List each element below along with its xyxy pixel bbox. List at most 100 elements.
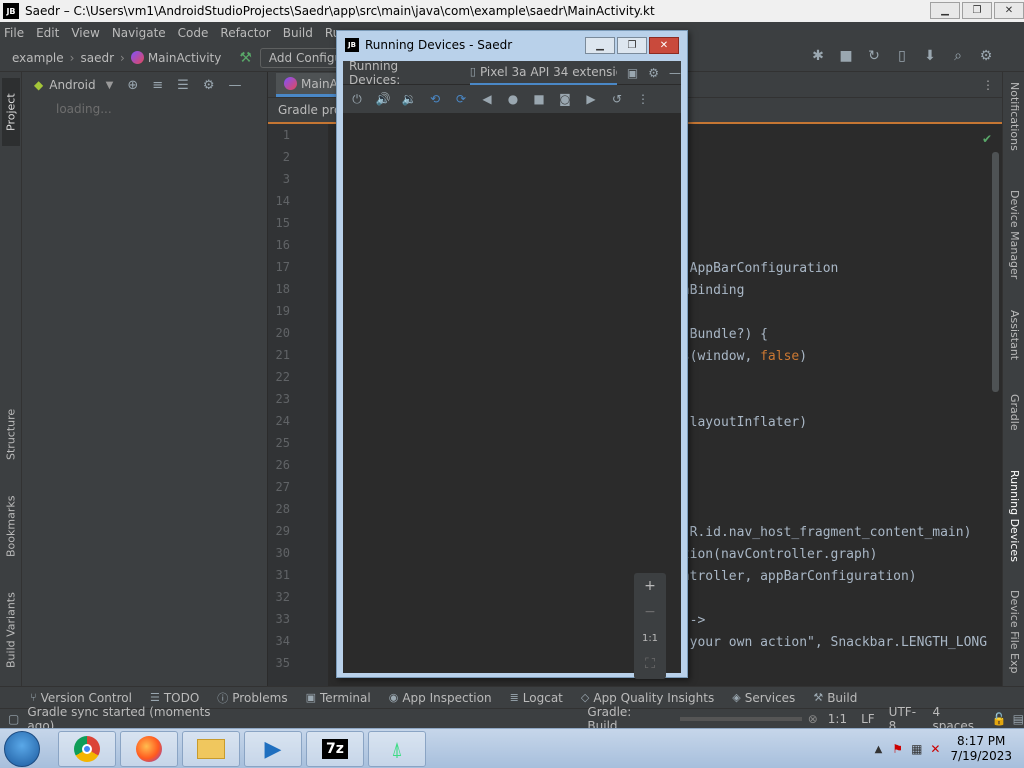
more-vertical-icon[interactable]: ⋮ <box>982 78 994 92</box>
hammer-icon[interactable]: ⚒ <box>239 50 252 66</box>
panel-toggle-icon[interactable]: ▢ <box>8 712 19 726</box>
device-tab[interactable]: ▯ Pixel 3a API 34 extension <box>469 61 617 85</box>
cancel-icon[interactable]: ⊗ <box>808 712 818 726</box>
locate-icon[interactable]: ⊕ <box>127 78 138 93</box>
back-icon[interactable]: ◀ <box>479 92 495 106</box>
menu-refactor[interactable]: Refactor <box>220 26 270 40</box>
running-devices-panel: Running Devices: ▯ Pixel 3a API 34 exten… <box>343 59 681 679</box>
menu-file[interactable]: File <box>4 26 24 40</box>
tab-project[interactable]: Project <box>2 78 20 146</box>
tab-bookmarks[interactable]: Bookmarks <box>2 486 20 566</box>
editor-scrollbar[interactable] <box>992 152 999 392</box>
sync-icon[interactable]: ↻ <box>866 48 882 64</box>
volume-up-icon[interactable]: 🔊 <box>375 92 391 106</box>
zoom-in-button[interactable]: + <box>634 573 666 599</box>
tool-problems[interactable]: ⓘ Problems <box>217 690 287 706</box>
screenshot-icon[interactable]: ◙ <box>557 92 573 106</box>
gear-icon[interactable]: ⚙ <box>648 66 659 80</box>
zoom-actual-size-button[interactable]: 1:1 <box>634 625 666 651</box>
system-clock[interactable]: 8:17 PM 7/19/2023 <box>950 734 1012 764</box>
tool-todo[interactable]: ☰ TODO <box>150 691 199 705</box>
collapse-all-icon[interactable]: ☰ <box>177 78 189 93</box>
code-text: n your own action", Snackbar.LENGTH_LONG <box>674 635 988 650</box>
code-text: : AppBarConfiguration <box>674 261 839 276</box>
tab-running-devices[interactable]: Running Devices <box>1005 470 1021 570</box>
more-vertical-icon[interactable]: ⋮ <box>635 92 651 106</box>
tool-logcat[interactable]: ≣ Logcat <box>510 691 563 705</box>
tool-label: Services <box>744 690 796 705</box>
tool-app-inspection[interactable]: ◉ App Inspection <box>389 691 492 705</box>
breadcrumb-mainactivity[interactable]: MainActivity <box>148 51 222 65</box>
close-button[interactable]: ✕ <box>649 37 679 54</box>
tab-device-file-explorer[interactable]: Device File Exp <box>1005 590 1021 686</box>
search-icon[interactable]: ⌕ <box>950 48 966 64</box>
action-center-icon[interactable]: ⚑ <box>892 742 903 756</box>
show-hidden-icons-icon[interactable]: ▲ <box>875 744 883 755</box>
chevron-down-icon[interactable]: ▼ <box>106 80 114 91</box>
taskbar-android-studio[interactable]: ⍋ <box>368 731 426 767</box>
windows-taskbar: ▶ 7z ⍋ ▲ ⚑ ▦ ✕ 8:17 PM 7/19/2023 <box>0 728 1024 768</box>
gear-icon[interactable]: ⚙ <box>203 78 215 93</box>
network-icon[interactable]: ▦ <box>911 742 922 756</box>
inspection-ok-icon[interactable]: ✔ <box>982 132 992 146</box>
tab-gradle[interactable]: Gradle <box>1005 394 1021 452</box>
sdk-manager-icon[interactable]: ⬇ <box>922 48 938 64</box>
taskbar-7zip[interactable]: 7z <box>306 731 364 767</box>
tab-structure[interactable]: Structure <box>2 398 20 470</box>
power-icon[interactable]: ⏻ <box>349 92 365 107</box>
new-tab-icon[interactable]: ▣ <box>627 66 638 80</box>
tool-terminal[interactable]: ▣ Terminal <box>306 691 371 705</box>
taskbar-media-player[interactable]: ▶ <box>244 731 302 767</box>
breadcrumb-example[interactable]: example <box>12 51 64 65</box>
tab-assistant[interactable]: Assistant <box>1005 310 1021 372</box>
menu-build[interactable]: Build <box>283 26 313 40</box>
tab-build-variants[interactable]: Build Variants <box>2 582 20 678</box>
fit-screen-icon[interactable]: ⛶ <box>634 651 666 677</box>
hide-icon[interactable]: — <box>228 78 241 93</box>
restore-button[interactable]: ❐ <box>962 2 992 19</box>
volume-muted-icon[interactable]: ✕ <box>930 742 940 756</box>
start-button[interactable] <box>4 731 40 767</box>
device-display[interactable] <box>343 113 681 673</box>
line-separator[interactable]: LF <box>861 712 875 726</box>
gear-icon[interactable]: ⚙ <box>978 48 994 64</box>
menu-navigate[interactable]: Navigate <box>112 26 166 40</box>
stop-icon[interactable]: ■ <box>838 48 854 64</box>
hide-icon[interactable]: — <box>669 66 681 80</box>
rotate-right-icon[interactable]: ⟳ <box>453 92 469 106</box>
zoom-out-button[interactable]: − <box>634 599 666 625</box>
breadcrumb-saedr[interactable]: saedr <box>80 51 114 65</box>
line-number: 1 <box>282 128 290 142</box>
tool-app-quality-insights[interactable]: ◇ App Quality Insights <box>581 691 714 705</box>
code-text: ) <box>799 349 808 364</box>
rotate-left-icon[interactable]: ⟲ <box>427 92 443 106</box>
tab-device-manager[interactable]: Device Manager <box>1005 190 1021 290</box>
minimize-button[interactable]: ▁ <box>585 37 615 54</box>
screen-record-icon[interactable]: ▶ <box>583 92 599 106</box>
code-line: ation(navController.graph) <box>674 547 878 562</box>
lock-icon[interactable]: 🔓 <box>992 712 1007 726</box>
menu-view[interactable]: View <box>71 26 99 40</box>
reset-icon[interactable]: ↺ <box>609 92 625 106</box>
caret-position[interactable]: 1:1 <box>828 712 847 726</box>
device-manager-icon[interactable]: ▯ <box>894 48 910 64</box>
minimize-button[interactable]: ▁ <box>930 2 960 19</box>
memory-indicator-icon[interactable]: ▤ <box>1013 712 1024 726</box>
overview-icon[interactable]: ■ <box>531 92 547 106</box>
taskbar-chrome[interactable] <box>58 731 116 767</box>
tool-build[interactable]: ⚒ Build <box>813 691 857 705</box>
tab-notifications[interactable]: Notifications <box>1005 82 1021 172</box>
maximize-button[interactable]: ❐ <box>617 37 647 54</box>
volume-down-icon[interactable]: 🔉 <box>401 92 417 106</box>
bug-icon[interactable]: ✱ <box>810 48 826 64</box>
menu-code[interactable]: Code <box>178 26 209 40</box>
menu-edit[interactable]: Edit <box>36 26 59 40</box>
tool-version-control[interactable]: ⑂ Version Control <box>30 691 132 705</box>
tool-services[interactable]: ◈ Services <box>732 691 795 705</box>
close-button[interactable]: ✕ <box>994 2 1024 19</box>
project-view-selector[interactable]: Android <box>49 78 95 92</box>
taskbar-firefox[interactable] <box>120 731 178 767</box>
home-icon[interactable]: ● <box>505 92 521 106</box>
expand-all-icon[interactable]: ≡ <box>152 78 163 93</box>
taskbar-file-explorer[interactable] <box>182 731 240 767</box>
